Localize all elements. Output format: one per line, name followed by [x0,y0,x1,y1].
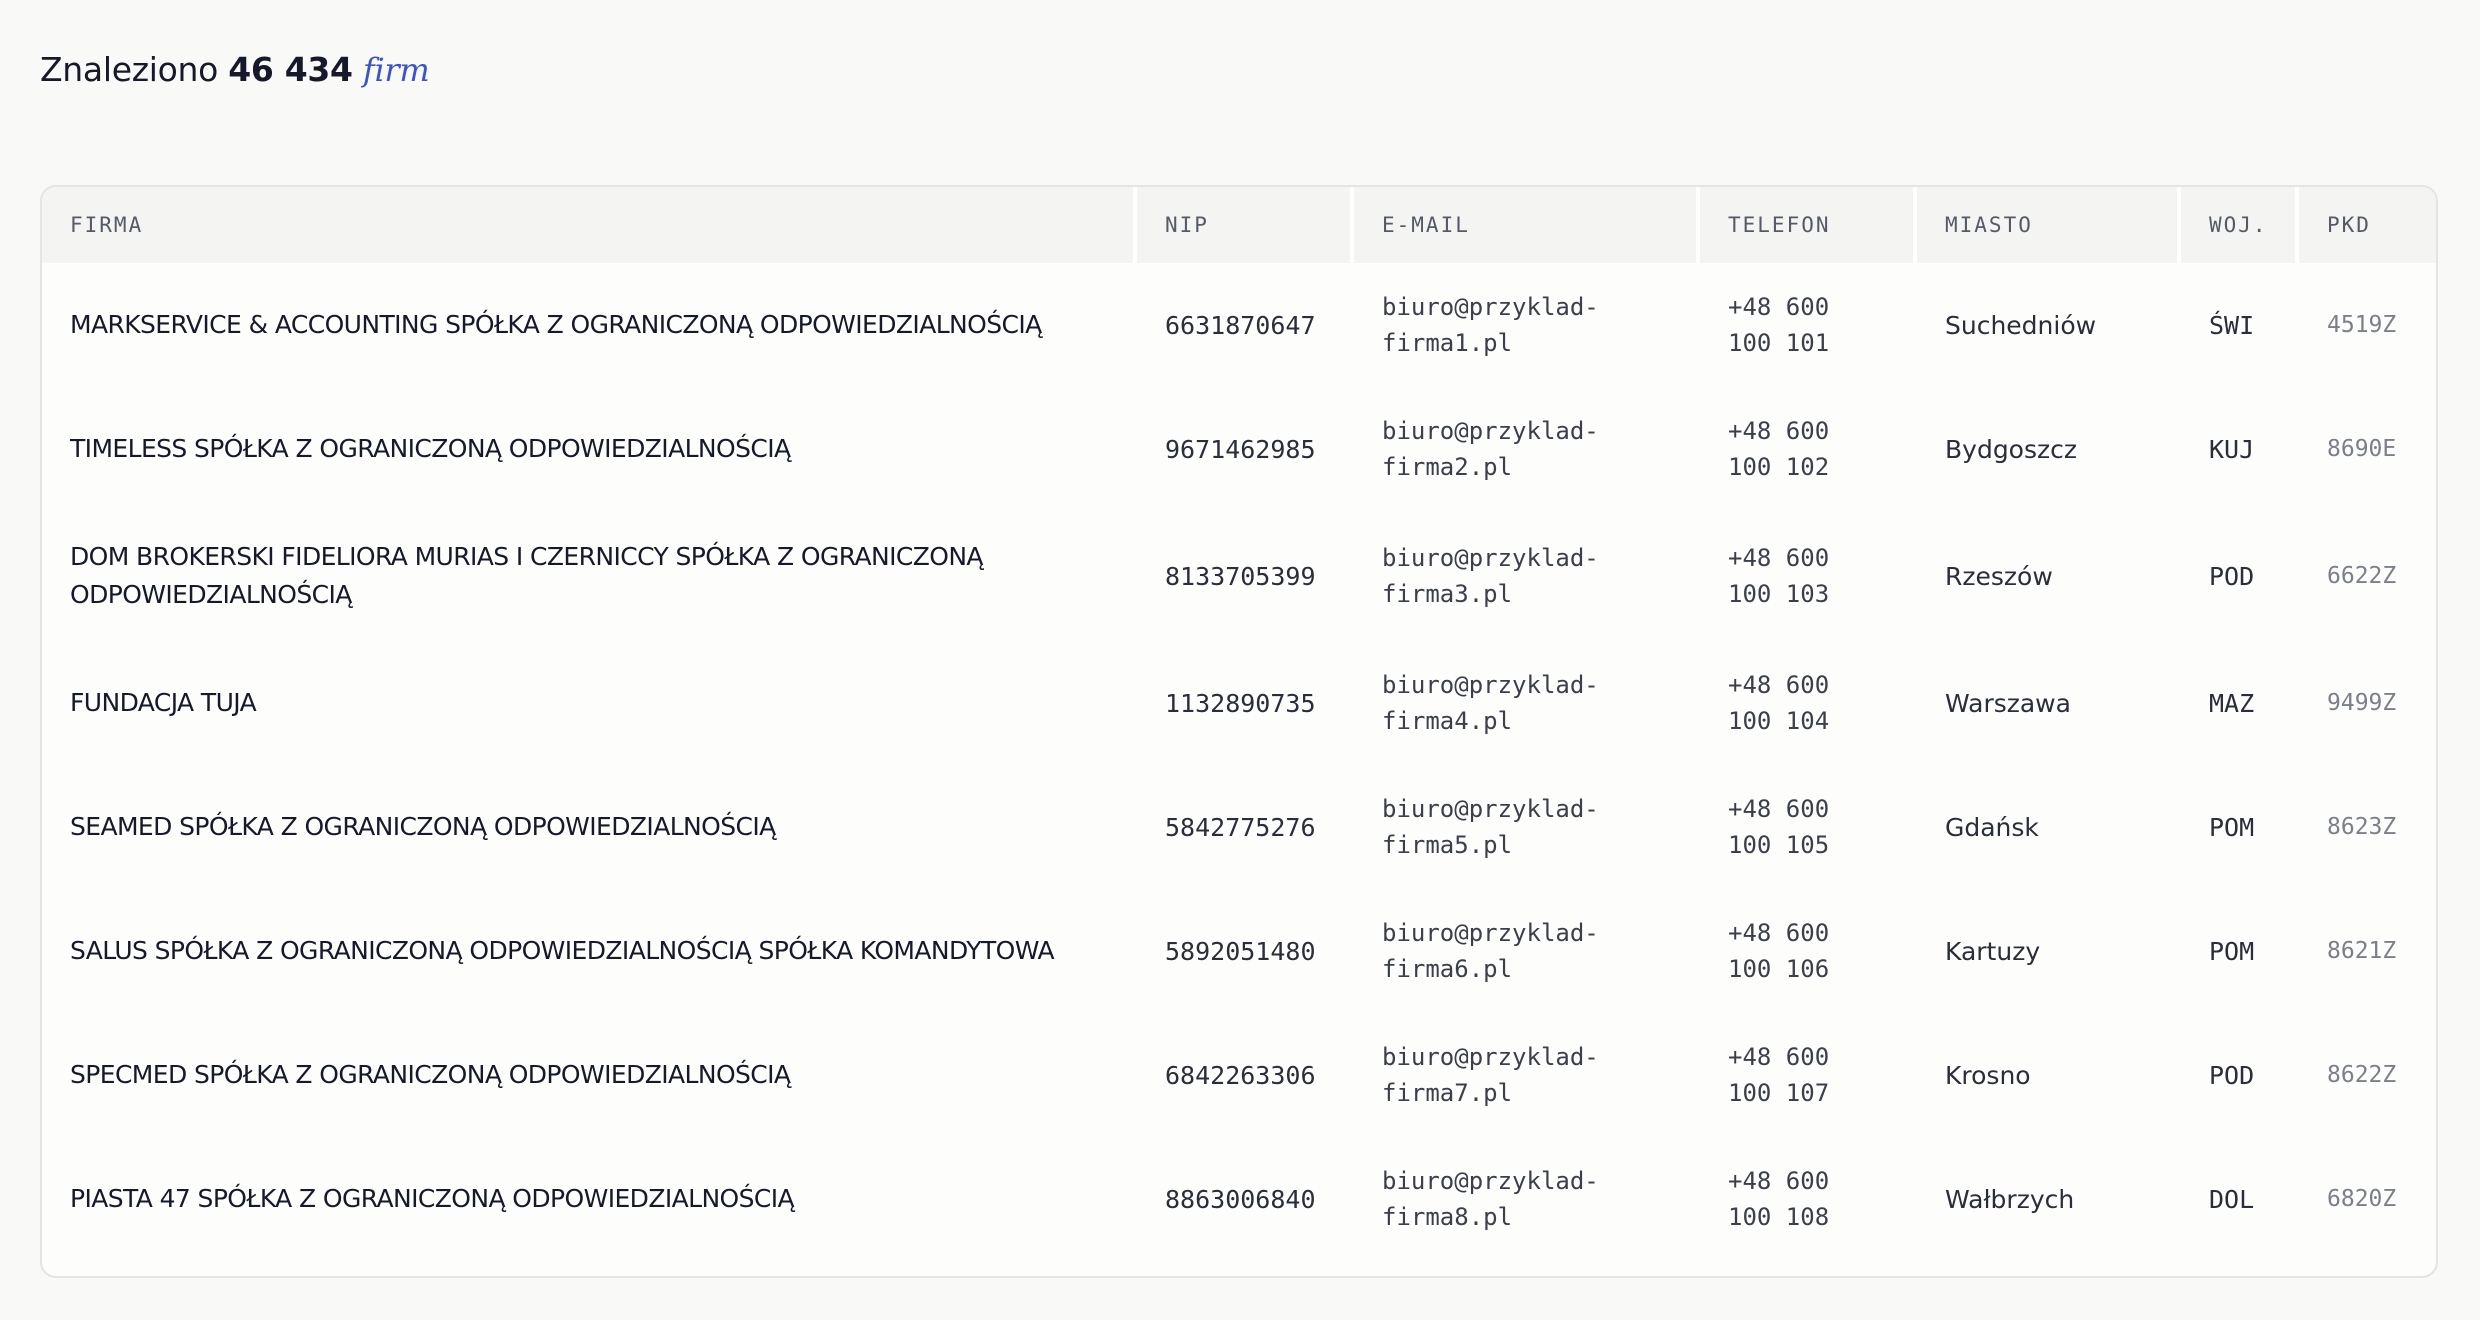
results-unit: firm [362,51,430,89]
cell-firma: DOM BROKERSKI FIDELIORA MURIAS I CZERNIC… [70,542,984,609]
cell-miasto: Bydgoszcz [1945,434,2077,464]
cell-email: biuro@przyklad- firma7.pl [1382,1043,1599,1107]
cell-woj: POD [2209,1060,2255,1090]
cell-nip: 8863006840 [1165,1184,1316,1214]
cell-pkd: 6622Z [2327,563,2397,589]
cell-pkd: 6820Z [2327,1186,2397,1212]
cell-firma: FUNDACJA TUJA [70,688,257,717]
cell-email: biuro@przyklad- firma3.pl [1382,544,1599,608]
cell-email: biuro@przyklad- firma2.pl [1382,417,1599,481]
cell-telefon: +48 600 100 106 [1728,919,1830,983]
cell-firma: SEAMED SPÓŁKA Z OGRANICZONĄ ODPOWIEDZIAL… [70,812,776,841]
column-header-woj[interactable]: WOJ. [2181,187,2299,263]
table-row[interactable]: SEAMED SPÓŁKA Z OGRANICZONĄ ODPOWIEDZIAL… [42,765,2436,889]
table-header: FIRMA NIP E-MAIL TELEFON MIASTO WOJ. PKD [42,187,2436,263]
column-header-firma[interactable]: FIRMA [42,187,1137,263]
cell-miasto: Suchedniów [1945,310,2097,340]
cell-nip: 5842775276 [1165,812,1316,842]
cell-email: biuro@przyklad- firma8.pl [1382,1167,1599,1231]
cell-woj: KUJ [2209,434,2255,464]
cell-woj: DOL [2209,1184,2255,1214]
cell-firma: TIMELESS SPÓŁKA Z OGRANICZONĄ ODPOWIEDZI… [70,434,791,463]
cell-email: biuro@przyklad- firma1.pl [1382,293,1599,357]
cell-pkd: 8623Z [2327,814,2397,840]
cell-email: biuro@przyklad- firma5.pl [1382,795,1599,859]
results-count-heading: Znaleziono 46 434 firm [40,50,430,89]
cell-miasto: Wałbrzych [1945,1184,2075,1214]
cell-telefon: +48 600 100 108 [1728,1167,1830,1231]
cell-miasto: Gdańsk [1945,812,2039,842]
cell-pkd: 8622Z [2327,1062,2397,1088]
results-prefix: Znaleziono [40,50,219,89]
cell-firma: SALUS SPÓŁKA Z OGRANICZONĄ ODPOWIEDZIALN… [70,936,1055,965]
column-header-nip[interactable]: NIP [1137,187,1354,263]
cell-telefon: +48 600 100 104 [1728,671,1830,735]
cell-pkd: 4519Z [2327,312,2397,338]
cell-woj: POD [2209,561,2255,591]
cell-miasto: Warszawa [1945,688,2071,718]
cell-firma: SPECMED SPÓŁKA Z OGRANICZONĄ ODPOWIEDZIA… [70,1060,791,1089]
table-row[interactable]: MARKSERVICE & ACCOUNTING SPÓŁKA Z OGRANI… [42,263,2436,387]
cell-woj: MAZ [2209,688,2255,718]
table-row[interactable]: FUNDACJA TUJA 1132890735 biuro@przyklad-… [42,641,2436,765]
cell-woj: ŚWI [2209,310,2255,340]
companies-table-card: FIRMA NIP E-MAIL TELEFON MIASTO WOJ. PKD… [40,185,2438,1278]
table-header-row: FIRMA NIP E-MAIL TELEFON MIASTO WOJ. PKD [42,187,2436,263]
cell-email: biuro@przyklad- firma4.pl [1382,671,1599,735]
cell-nip: 8133705399 [1165,561,1316,591]
cell-firma: PIASTA 47 SPÓŁKA Z OGRANICZONĄ ODPOWIEDZ… [70,1184,795,1213]
results-count: 46 434 [228,50,353,89]
cell-miasto: Kartuzy [1945,936,2041,966]
table-row[interactable]: SALUS SPÓŁKA Z OGRANICZONĄ ODPOWIEDZIALN… [42,889,2436,1013]
cell-pkd: 9499Z [2327,690,2397,716]
cell-nip: 9671462985 [1165,434,1316,464]
cell-pkd: 8621Z [2327,938,2397,964]
cell-telefon: +48 600 100 101 [1728,293,1830,357]
cell-telefon: +48 600 100 105 [1728,795,1830,859]
cell-nip: 6842263306 [1165,1060,1316,1090]
cell-firma: MARKSERVICE & ACCOUNTING SPÓŁKA Z OGRANI… [70,310,1042,339]
table-row[interactable]: SPECMED SPÓŁKA Z OGRANICZONĄ ODPOWIEDZIA… [42,1013,2436,1137]
column-header-miasto[interactable]: MIASTO [1917,187,2181,263]
table-row[interactable]: TIMELESS SPÓŁKA Z OGRANICZONĄ ODPOWIEDZI… [42,387,2436,511]
cell-nip: 1132890735 [1165,688,1316,718]
table-row[interactable]: DOM BROKERSKI FIDELIORA MURIAS I CZERNIC… [42,511,2436,641]
table-row[interactable]: PIASTA 47 SPÓŁKA Z OGRANICZONĄ ODPOWIEDZ… [42,1137,2436,1261]
cell-nip: 5892051480 [1165,936,1316,966]
table-body: MARKSERVICE & ACCOUNTING SPÓŁKA Z OGRANI… [42,263,2436,1261]
column-header-email[interactable]: E-MAIL [1354,187,1700,263]
cell-miasto: Krosno [1945,1060,2031,1090]
cell-pkd: 8690E [2327,436,2397,462]
cell-nip: 6631870647 [1165,310,1316,340]
column-header-telefon[interactable]: TELEFON [1700,187,1917,263]
column-header-pkd[interactable]: PKD [2299,187,2436,263]
companies-table: FIRMA NIP E-MAIL TELEFON MIASTO WOJ. PKD… [42,187,2436,1261]
cell-telefon: +48 600 100 103 [1728,544,1830,608]
cell-email: biuro@przyklad- firma6.pl [1382,919,1599,983]
cell-telefon: +48 600 100 102 [1728,417,1830,481]
cell-miasto: Rzeszów [1945,561,2053,591]
cell-telefon: +48 600 100 107 [1728,1043,1830,1107]
cell-woj: POM [2209,936,2255,966]
cell-woj: POM [2209,812,2255,842]
